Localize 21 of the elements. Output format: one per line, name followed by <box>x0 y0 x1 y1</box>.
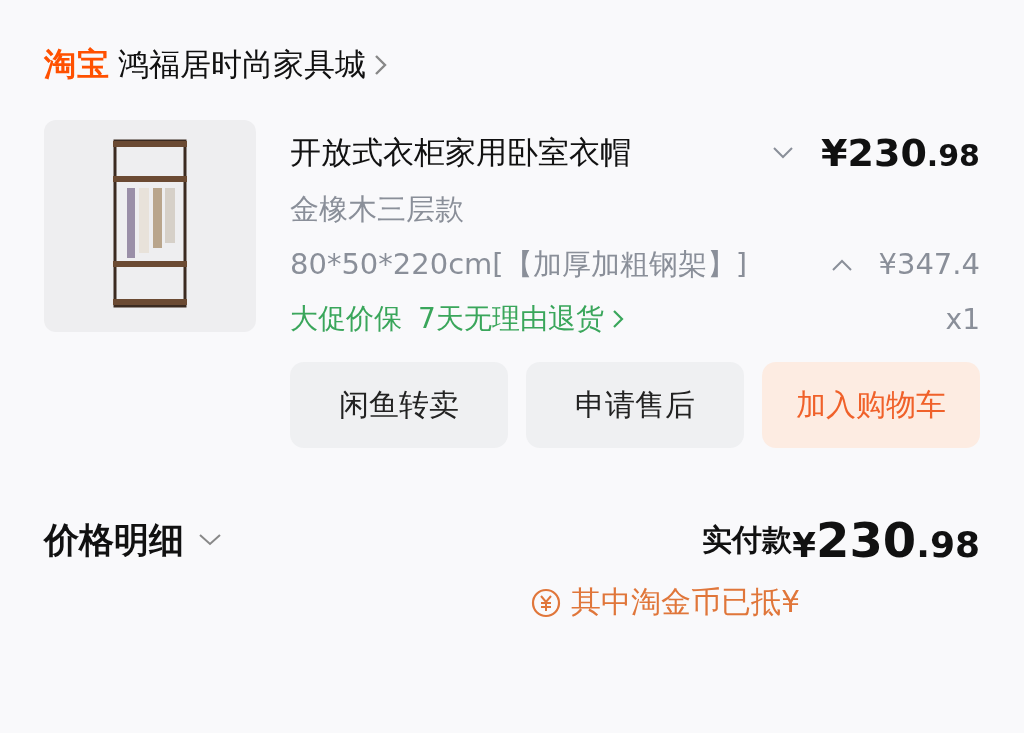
chevron-down-icon[interactable] <box>198 533 222 547</box>
service-tag: 大促价保 <box>290 300 402 338</box>
shop-logo: 淘宝 <box>44 44 110 85</box>
product-price: ¥230.98 <box>821 131 980 175</box>
action-button[interactable]: 闲鱼转卖 <box>290 362 508 448</box>
chevron-right-icon[interactable] <box>611 308 624 330</box>
coin-icon <box>530 587 561 618</box>
shop-name[interactable]: 鸿福居时尚家具城 <box>118 44 366 86</box>
price-detail-label[interactable]: 价格明细 <box>44 516 184 564</box>
product-title[interactable]: 开放式衣柜家用卧室衣帽 <box>290 132 750 174</box>
chevron-down-icon[interactable] <box>772 146 794 160</box>
chevron-right-icon[interactable] <box>374 53 388 77</box>
action-button[interactable]: 申请售后 <box>526 362 744 448</box>
original-price: ¥347.4 <box>878 246 980 283</box>
total-label: 实付款 <box>702 520 793 559</box>
chevron-up-icon[interactable] <box>830 258 853 272</box>
product-spec: 80*50*220cm[【加厚加粗钢架】] <box>290 246 748 283</box>
quantity: x1 <box>945 302 980 336</box>
total-price: ¥230.98 <box>792 512 980 568</box>
product-variant: 金橡木三层款 <box>290 191 465 228</box>
coin-deduction-note: 其中淘金币已抵¥ <box>570 583 800 621</box>
